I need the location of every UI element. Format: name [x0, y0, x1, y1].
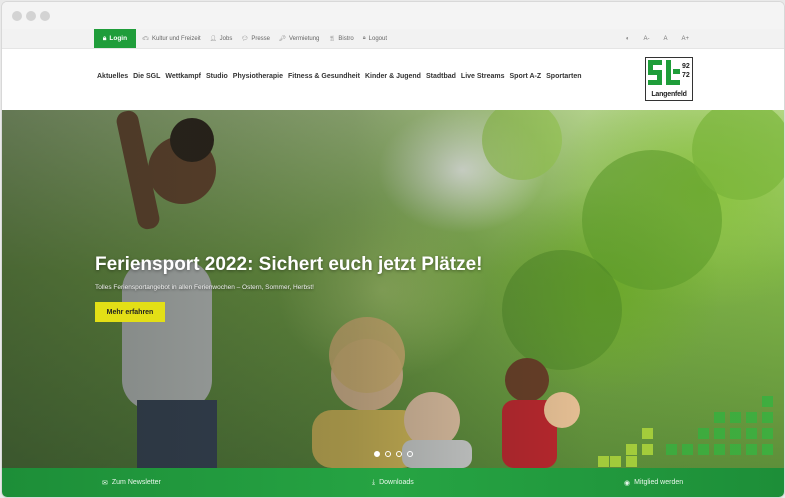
nav-item-physiotherapie[interactable]: Physiotherapie [233, 73, 283, 80]
utility-bar: 🔒︎ Login 🚗︎ Kultur und Freizeit 👤︎ Jobs … [2, 29, 784, 49]
hero-title: Feriensport 2022: Sichert euch jetzt Plä… [95, 254, 483, 275]
nav-item-kinder-jugend[interactable]: Kinder & Jugend [365, 73, 421, 80]
quick-links-bar: ✉︎ Zum Newsletter ⤓ Downloads ◉ Mitglied… [2, 468, 784, 497]
envelope-icon: ✉︎ [102, 479, 108, 487]
hero-cta-button[interactable]: Mehr erfahren [95, 302, 165, 322]
window-titlebar [2, 2, 784, 29]
logo-year-bottom: 72 [682, 72, 690, 79]
font-size-decrease[interactable]: A- [643, 36, 649, 42]
site-logo[interactable]: 92 72 Langenfeld [645, 57, 693, 101]
key-icon: 🔑︎ [279, 35, 287, 42]
nav-item-sport-a-z[interactable]: Sport A-Z [510, 73, 542, 80]
slider-dot-2[interactable] [385, 451, 391, 457]
slider-dot-4[interactable] [407, 451, 413, 457]
accessibility-controls: ◐ A- A A+ [626, 29, 689, 48]
nav-item-aktuelles[interactable]: Aktuelles [97, 73, 128, 80]
person-icon: 👤︎ [209, 35, 217, 42]
become-member-link[interactable]: ◉ Mitglied werden [624, 468, 683, 497]
logo-caption: Langenfeld [651, 91, 687, 98]
nav-item-sportarten[interactable]: Sportarten [546, 73, 581, 80]
utility-link-vermietung[interactable]: 🔑︎ Vermietung [279, 36, 319, 42]
hero-slider: Feriensport 2022: Sichert euch jetzt Plä… [2, 110, 784, 468]
lock-icon: 🔒︎ [102, 34, 107, 42]
main-navigation: Aktuelles Die SGL Wettkampf Studio Physi… [97, 73, 582, 80]
downloads-link[interactable]: ⤓ Downloads [372, 468, 414, 497]
browser-window: 🔒︎ Login 🚗︎ Kultur und Freizeit 👤︎ Jobs … [1, 1, 785, 498]
logo-mark: 92 72 [648, 60, 690, 85]
utility-link-logout[interactable]: 🔒︎ Logout [363, 35, 387, 42]
hero-subtitle: Tolles Feriensportangebot in allen Ferie… [95, 284, 314, 291]
window-control-minimize[interactable] [26, 11, 36, 21]
slider-dot-1[interactable] [374, 451, 380, 457]
logo-year-top: 92 [682, 63, 690, 70]
nav-item-wettkampf[interactable]: Wettkampf [165, 73, 201, 80]
contrast-toggle[interactable]: ◐ [626, 36, 630, 42]
login-button[interactable]: 🔒︎ Login [94, 29, 136, 48]
fork-knife-icon: 🍴︎ [328, 35, 336, 42]
font-size-reset[interactable]: A [663, 36, 667, 42]
nav-item-live-streams[interactable]: Live Streams [461, 73, 505, 80]
lock-icon: 🔒︎ [362, 35, 366, 41]
utility-link-jobs[interactable]: 👤︎ Jobs [210, 36, 233, 42]
nav-item-stadtbad[interactable]: Stadtbad [426, 73, 456, 80]
slider-dot-3[interactable] [396, 451, 402, 457]
car-icon: 🚗︎ [142, 35, 149, 42]
newsletter-link[interactable]: ✉︎ Zum Newsletter [102, 468, 161, 497]
nav-item-studio[interactable]: Studio [206, 73, 228, 80]
utility-links: 🚗︎ Kultur und Freizeit 👤︎ Jobs 💬︎ Presse… [142, 29, 387, 48]
user-circle-icon: ◉ [624, 479, 631, 487]
chat-icon: 💬︎ [241, 35, 249, 42]
utility-link-bistro[interactable]: 🍴︎ Bistro [328, 36, 353, 42]
utility-link-presse[interactable]: 💬︎ Presse [241, 36, 270, 42]
site-header: Aktuelles Die SGL Wettkampf Studio Physi… [2, 49, 784, 111]
window-control-close[interactable] [12, 11, 22, 21]
window-control-maximize[interactable] [40, 11, 50, 21]
slider-pagination [374, 451, 413, 457]
nav-item-fitness[interactable]: Fitness & Gesundheit [288, 73, 360, 80]
utility-link-kultur[interactable]: 🚗︎ Kultur und Freizeit [142, 36, 201, 42]
download-icon: ⤓ [372, 478, 376, 486]
font-size-increase[interactable]: A+ [681, 36, 689, 42]
nav-item-die-sgl[interactable]: Die SGL [133, 73, 160, 80]
